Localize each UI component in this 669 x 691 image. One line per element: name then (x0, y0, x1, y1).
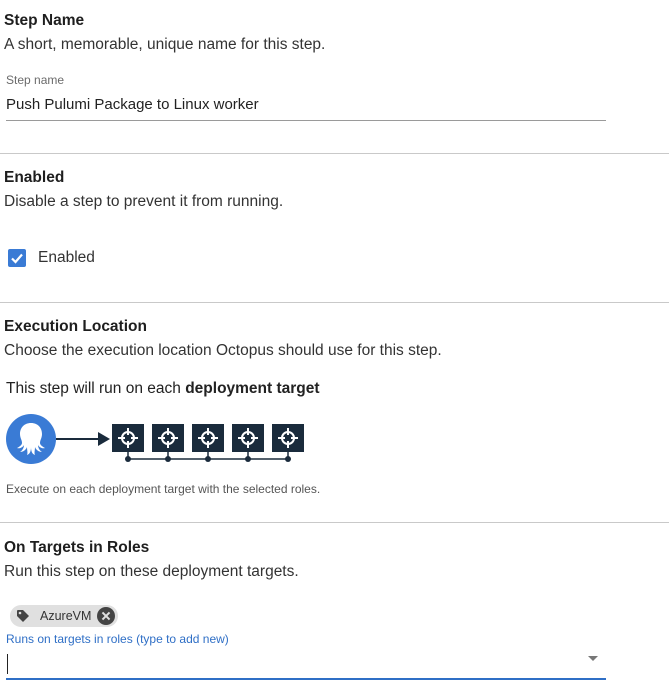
role-chip-label: AzureVM (40, 609, 92, 623)
step-name-description: A short, memorable, unique name for this… (4, 36, 326, 53)
roles-description: Run this step on these deployment target… (4, 563, 299, 580)
section-divider (0, 302, 669, 303)
roles-title: On Targets in Roles (4, 539, 150, 556)
arrow-icon (56, 432, 110, 446)
remove-role-icon[interactable] (97, 607, 116, 625)
text-caret (7, 654, 8, 674)
deployment-target-icon (272, 424, 304, 462)
deployment-target-icon (112, 424, 144, 462)
step-name-field-label: Step name (6, 73, 65, 87)
enabled-checkbox-label[interactable]: Enabled (38, 249, 95, 267)
roles-input-underline (6, 678, 606, 680)
octopus-icon (6, 414, 56, 464)
run-description: This step will run on each deployment ta… (6, 380, 320, 398)
enabled-title: Enabled (4, 169, 65, 186)
execution-location-description: Choose the execution location Octopus sh… (4, 342, 442, 359)
run-text-target: deployment target (185, 380, 320, 397)
tag-icon (17, 610, 29, 622)
deployment-target-icon (232, 424, 264, 462)
checkmark-icon (11, 253, 23, 264)
enabled-checkbox[interactable] (8, 249, 26, 267)
section-divider (0, 522, 669, 523)
section-divider (0, 153, 669, 154)
execution-diagram (6, 414, 304, 464)
execution-location-title: Execution Location (4, 318, 147, 335)
step-name-underline (6, 120, 606, 121)
step-name-title: Step Name (4, 12, 85, 29)
enabled-description: Disable a step to prevent it from runnin… (4, 193, 284, 210)
roles-input[interactable] (6, 650, 606, 678)
run-text-prefix: This step will run on each (6, 380, 186, 397)
deployment-target-icon (152, 424, 184, 462)
execution-hint: Execute on each deployment target with t… (6, 482, 321, 496)
roles-input-label: Runs on targets in roles (type to add ne… (6, 632, 229, 646)
step-name-input[interactable]: Push Pulumi Package to Linux worker (6, 96, 259, 113)
deployment-target-icon (192, 424, 224, 462)
role-chip-azurevm[interactable]: AzureVM (10, 605, 119, 627)
dropdown-arrow-icon[interactable] (588, 656, 598, 661)
